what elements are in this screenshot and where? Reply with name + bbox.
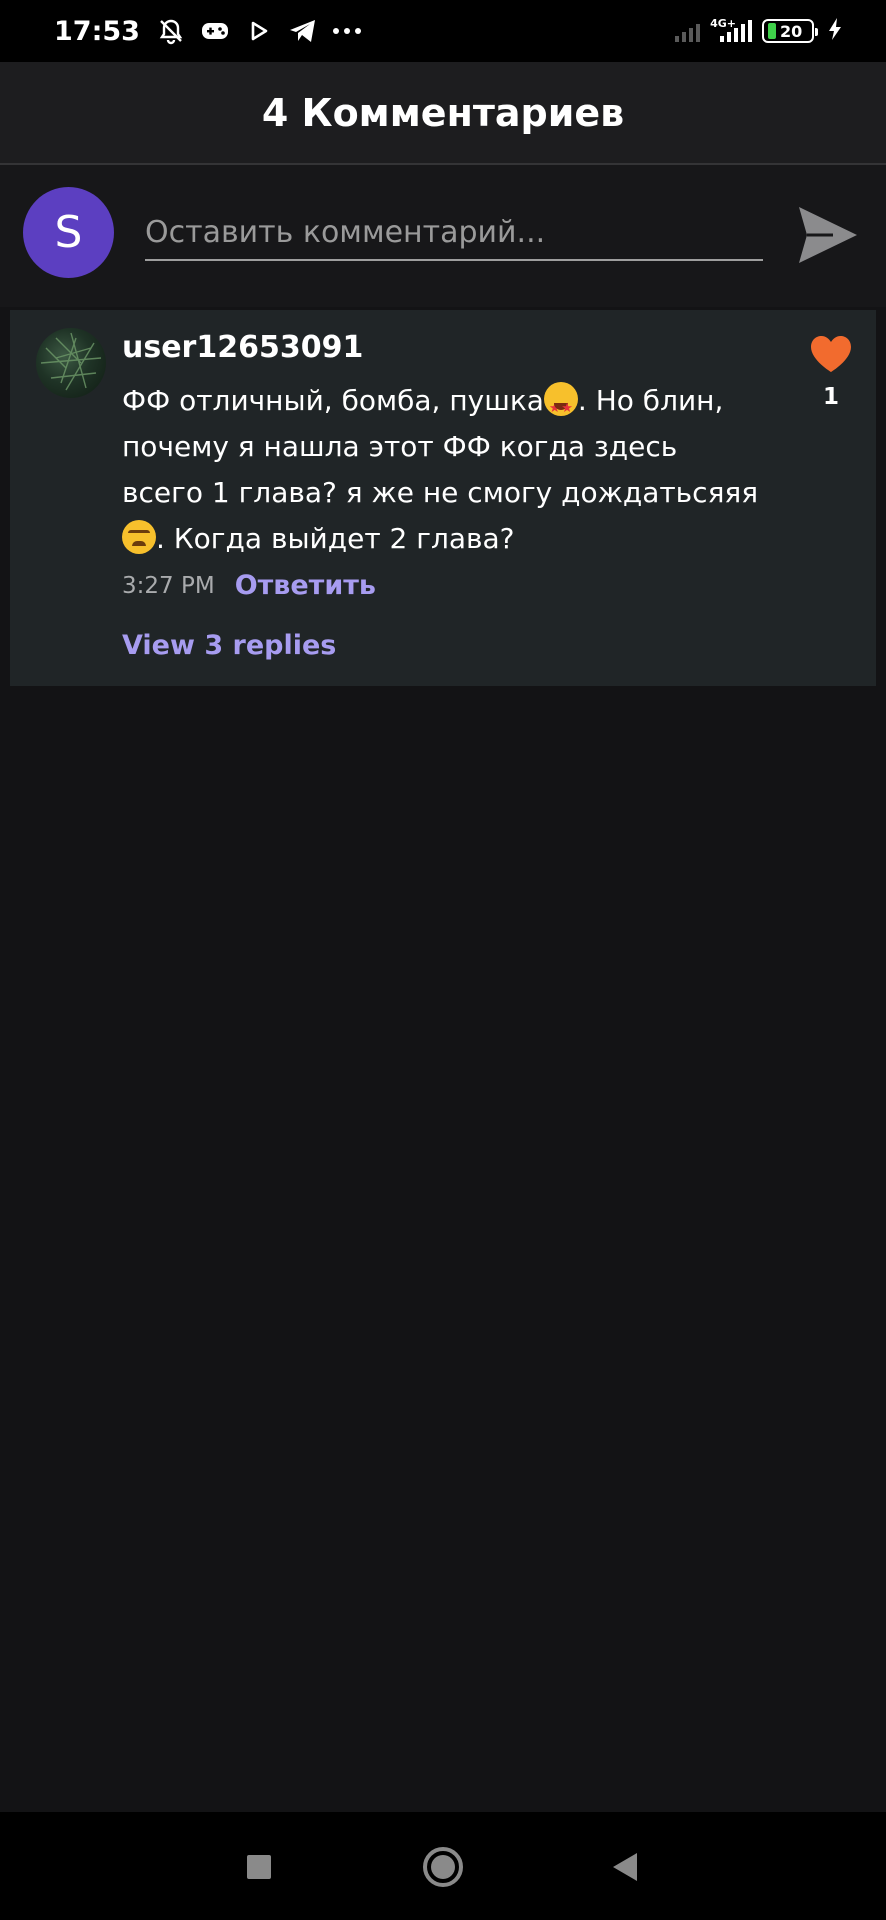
play-icon xyxy=(244,16,274,46)
send-icon xyxy=(799,207,857,263)
send-button[interactable] xyxy=(795,202,861,268)
status-time: 17:53 xyxy=(54,15,140,47)
gamepad-icon xyxy=(200,16,230,46)
back-triangle-icon xyxy=(613,1853,637,1881)
avatar: S xyxy=(23,187,114,278)
signal-icon xyxy=(675,20,701,42)
comment-meta: 3:27 PM Ответить xyxy=(122,570,376,601)
status-bar: 17:53 4G+ 20 xyxy=(0,0,886,62)
notification-icons xyxy=(156,16,362,46)
square-icon xyxy=(247,1855,271,1879)
avatar[interactable] xyxy=(36,328,106,398)
telegram-icon xyxy=(288,16,318,46)
avatar-letter: S xyxy=(54,207,83,258)
like-button[interactable]: 1 xyxy=(808,334,854,410)
page-title: 4 Комментариев xyxy=(261,90,625,135)
star-struck-emoji-icon xyxy=(543,382,578,432)
tired-face-emoji-icon xyxy=(122,520,156,554)
comment-text-part: . Когда выйдет 2 глава? xyxy=(156,522,515,555)
system-icons: 4G+ 20 xyxy=(675,17,842,45)
heart-icon[interactable] xyxy=(809,334,853,374)
reply-button[interactable]: Ответить xyxy=(235,570,376,601)
comment-compose: S xyxy=(0,165,886,307)
charging-icon xyxy=(828,17,842,45)
battery-level: 20 xyxy=(780,21,803,41)
network-type: 4G+ xyxy=(710,16,736,30)
comment-input[interactable] xyxy=(145,205,763,261)
more-dots-icon xyxy=(332,16,362,46)
recents-button[interactable] xyxy=(234,1842,284,1892)
home-button[interactable] xyxy=(418,1842,468,1892)
comment-username[interactable]: user12653091 xyxy=(122,330,363,365)
view-replies-button[interactable]: View 3 replies xyxy=(122,630,336,661)
comment-text: ФФ отличный, бомба, пушка. Но блин, поче… xyxy=(122,378,762,562)
mute-bell-icon xyxy=(156,16,186,46)
home-circle-icon xyxy=(423,1847,463,1887)
like-count: 1 xyxy=(822,384,839,410)
battery-icon: 20 xyxy=(762,19,818,43)
back-button[interactable] xyxy=(600,1842,650,1892)
comment-text-part: ФФ отличный, бомба, пушка xyxy=(122,384,544,417)
comments-header: 4 Комментариев xyxy=(0,62,886,165)
navigation-bar xyxy=(0,1812,886,1920)
comment-card: user12653091 ФФ отличный, бомба, пушка. … xyxy=(10,310,876,686)
comment-time: 3:27 PM xyxy=(122,572,215,599)
